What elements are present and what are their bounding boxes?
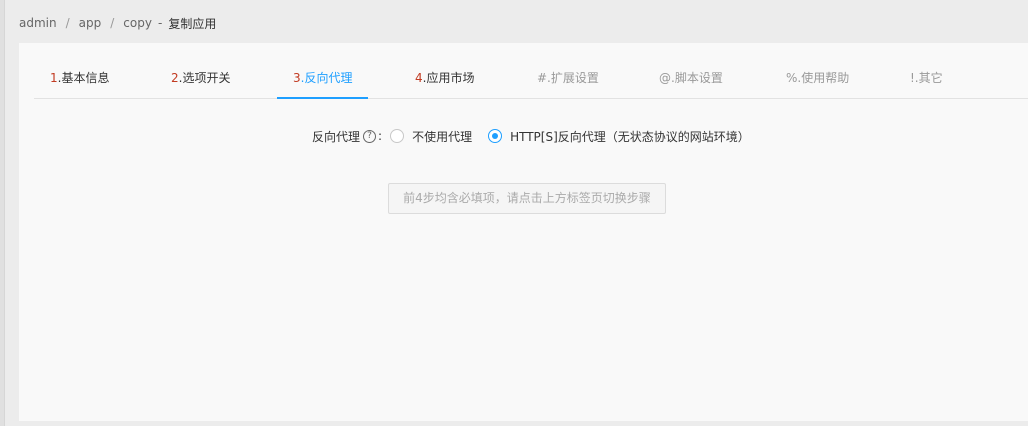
tab-label: .应用市场 (422, 71, 475, 85)
radio-label: HTTP[S]反向代理（无状态协议的网站环境） (510, 129, 750, 144)
radio-checked-icon[interactable] (488, 129, 503, 143)
required-steps-notice-button[interactable]: 前4步均含必填项，请点击上方标签页切换步骤 (388, 183, 666, 214)
tab-label: .基本信息 (57, 71, 110, 85)
reverse-proxy-field: 反向代理 ? : 不使用代理 HTTP[S]反向代理（无状态协议的网站环境） (312, 127, 766, 145)
field-colon: : (378, 129, 383, 143)
breadcrumb-admin[interactable]: admin (19, 16, 57, 30)
tab-reverse-proxy[interactable]: 3.反向代理 (276, 69, 370, 99)
page-title: 复制应用 (168, 16, 217, 31)
breadcrumb-app[interactable]: app (79, 16, 102, 30)
tab-label: .选项开关 (178, 71, 231, 85)
tab-number: 3 (293, 71, 301, 85)
tab-bar: 1.基本信息 2.选项开关 3.反向代理 4.应用市场 #.扩展设置 @.脚本设… (34, 43, 1028, 99)
field-label: 反向代理 (312, 129, 361, 144)
radio-no-proxy[interactable]: 不使用代理 (390, 128, 472, 145)
tab-option-switches[interactable]: 2.选项开关 (171, 69, 230, 97)
left-edge-panel (0, 0, 5, 426)
tab-number: 4 (415, 71, 423, 85)
tab-number: 1 (50, 71, 58, 85)
radio-http-reverse-proxy[interactable]: HTTP[S]反向代理（无状态协议的网站环境） (488, 128, 750, 145)
tab-app-market[interactable]: 4.应用市场 (415, 69, 474, 97)
radio-label: 不使用代理 (412, 129, 473, 144)
tab-script-settings[interactable]: @.脚本设置 (659, 69, 723, 97)
breadcrumb: admin / app / copy - 复制应用 (19, 14, 216, 32)
tab-usage-help[interactable]: %.使用帮助 (786, 69, 849, 97)
breadcrumb-dash: - (157, 16, 163, 30)
breadcrumb-separator: / (65, 16, 70, 30)
radio-circle-icon[interactable] (390, 129, 405, 143)
breadcrumb-separator: / (110, 16, 115, 30)
tab-label: .反向代理 (300, 71, 353, 85)
tab-other[interactable]: !.其它 (910, 69, 943, 97)
question-circle-icon[interactable]: ? (363, 129, 377, 143)
tab-number: 2 (171, 71, 179, 85)
tab-basic-info[interactable]: 1.基本信息 (50, 69, 109, 97)
main-card: 1.基本信息 2.选项开关 3.反向代理 4.应用市场 #.扩展设置 @.脚本设… (19, 43, 1028, 421)
tab-extension-settings[interactable]: #.扩展设置 (537, 69, 599, 97)
breadcrumb-copy[interactable]: copy (123, 16, 152, 30)
